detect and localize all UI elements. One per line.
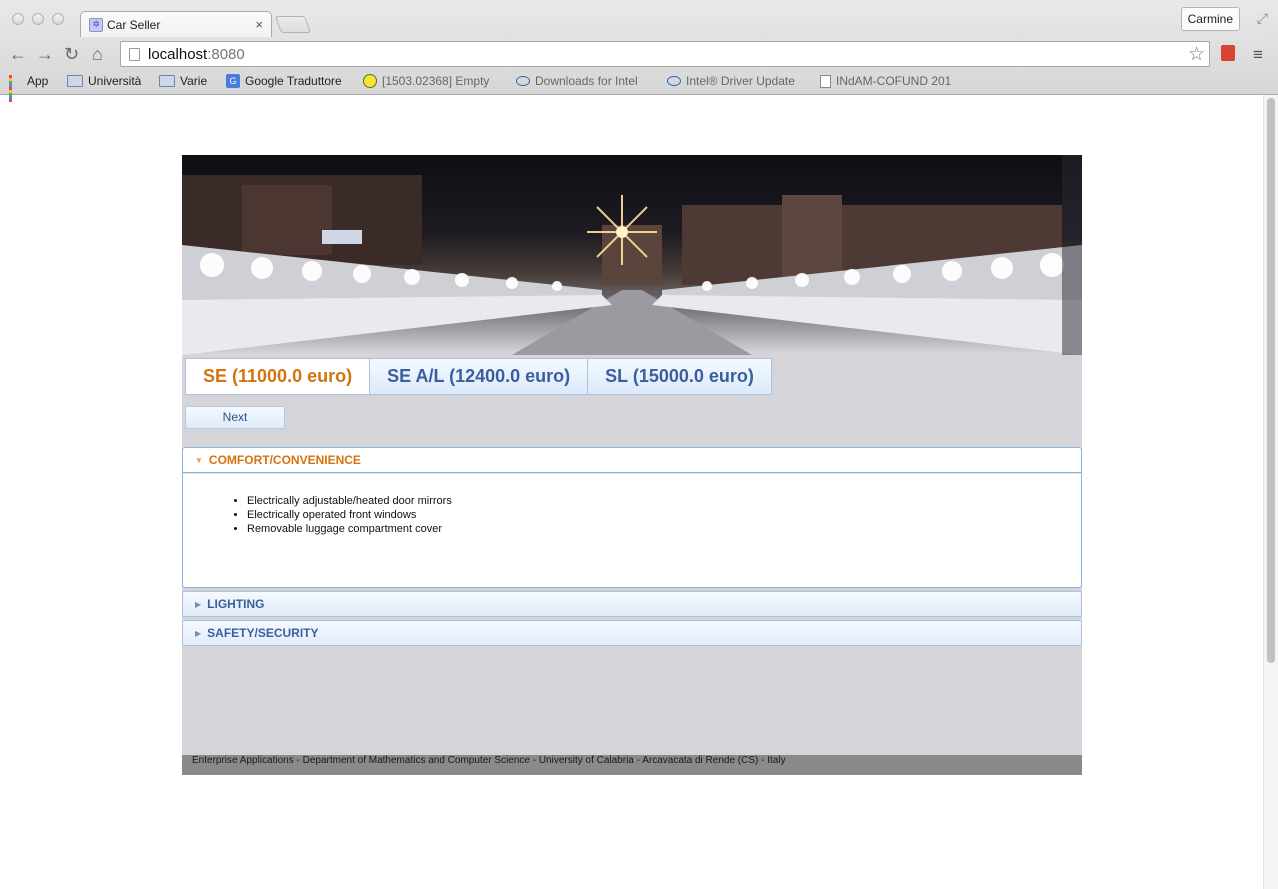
smiley-icon (363, 74, 377, 88)
intel-icon (667, 76, 681, 86)
page-footer: Enterprise Applications - Department of … (182, 755, 1082, 775)
fullscreen-icon[interactable]: ⤢ (1257, 10, 1268, 27)
minimize-window-button[interactable] (32, 13, 44, 25)
browser-tab[interactable]: ✲ Car Seller × (80, 11, 272, 37)
back-arrow-icon[interactable]: ← (9, 44, 27, 64)
tab-se-al[interactable]: SE A/L (12400.0 euro) (370, 358, 589, 395)
bookmark-star-icon[interactable]: ☆ (1188, 43, 1205, 66)
page-scrollbar[interactable] (1263, 95, 1278, 889)
profile-button[interactable]: Carmine (1180, 7, 1240, 31)
bookmark-google-traduttore[interactable]: G Google Traduttore (226, 74, 342, 88)
scrollbar-thumb[interactable] (1267, 98, 1275, 663)
bookmark-apps[interactable]: App (9, 74, 48, 102)
bookmark-universita[interactable]: Università (67, 74, 141, 88)
bookmark-indam[interactable]: INdAM-COFUND 201 (820, 74, 951, 88)
bookmark-intel-downloads[interactable]: Downloads for Intel (516, 74, 638, 88)
zoom-window-button[interactable] (52, 13, 64, 25)
google-translate-icon: G (226, 74, 240, 88)
accordion-title: COMFORT/CONVENIENCE (208, 453, 361, 467)
triangle-down-icon: ▼ (195, 455, 203, 465)
list-item: Removable luggage compartment cover (247, 522, 1081, 536)
tab-sl[interactable]: SL (15000.0 euro) (588, 358, 772, 395)
extension-icon[interactable] (1221, 45, 1235, 61)
new-tab-button[interactable] (274, 16, 312, 33)
bookmark-intel-driver[interactable]: Intel® Driver Update (667, 74, 795, 88)
bookmarks-bar: App Università Varie G Google Traduttore… (0, 71, 1278, 102)
list-item: Electrically adjustable/heated door mirr… (247, 494, 1081, 508)
tab-title: Car Seller (107, 17, 161, 32)
apps-icon (9, 74, 22, 102)
bookmark-varie[interactable]: Varie (159, 74, 207, 88)
car-seller-app: SE (11000.0 euro) SE A/L (12400.0 euro) … (182, 155, 1082, 775)
accordion-header-comfort[interactable]: ▼ COMFORT/CONVENIENCE (182, 447, 1082, 473)
reload-icon[interactable]: ↻ (64, 44, 79, 64)
model-tabs: SE (11000.0 euro) SE A/L (12400.0 euro) … (185, 358, 772, 395)
window-controls (12, 13, 64, 25)
close-window-button[interactable] (12, 13, 24, 25)
list-item: Electrically operated front windows (247, 508, 1081, 522)
banner-image (182, 155, 1082, 355)
tab-se[interactable]: SE (11000.0 euro) (185, 358, 371, 395)
features-accordion: ▼ COMFORT/CONVENIENCE Electrically adjus… (182, 447, 1082, 649)
triangle-right-icon: ▶ (195, 628, 202, 638)
next-button[interactable]: Next (185, 406, 285, 429)
document-icon (820, 74, 831, 88)
accordion-title: SAFETY/SECURITY (207, 626, 319, 640)
bookmark-arxiv[interactable]: [1503.02368] Empty (363, 74, 489, 88)
accordion-header-safety[interactable]: ▶ SAFETY/SECURITY (182, 620, 1082, 646)
accordion-header-lighting[interactable]: ▶ LIGHTING (182, 591, 1082, 617)
intel-icon (516, 76, 530, 86)
favicon-icon: ✲ (89, 17, 103, 32)
url-text[interactable]: localhost:8080 (148, 46, 245, 63)
accordion-panel-comfort: Electrically adjustable/heated door mirr… (182, 473, 1082, 588)
tab-close-icon[interactable]: × (255, 17, 263, 32)
menu-icon[interactable]: ≡ (1253, 45, 1263, 65)
bridge-night-photo (182, 155, 1082, 355)
accordion-title: LIGHTING (207, 597, 265, 611)
forward-arrow-icon[interactable]: → (36, 44, 54, 64)
address-bar[interactable]: localhost:8080 ☆ (120, 41, 1210, 67)
triangle-right-icon: ▶ (195, 599, 202, 609)
home-icon[interactable]: ⌂ (92, 44, 103, 64)
folder-icon (67, 75, 83, 87)
page-icon (129, 47, 140, 61)
feature-list: Electrically adjustable/heated door mirr… (247, 494, 1081, 536)
browser-chrome: ✲ Car Seller × Carmine ⤢ ← → ↻ ⌂ localho… (0, 0, 1278, 102)
browser-toolbar: ← → ↻ ⌂ localhost:8080 ☆ ≡ (0, 40, 1278, 68)
folder-icon (159, 75, 175, 87)
